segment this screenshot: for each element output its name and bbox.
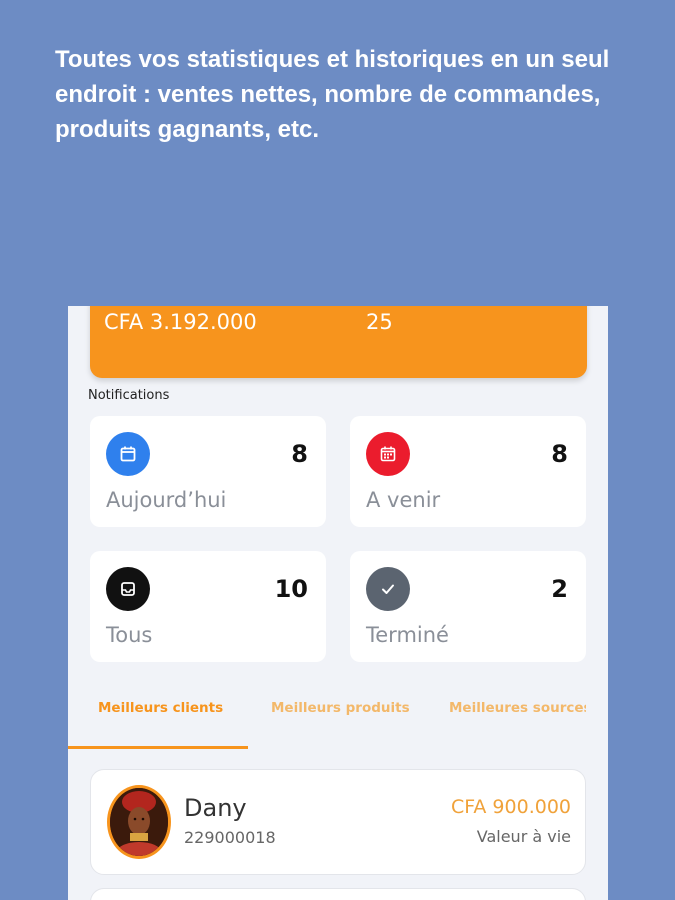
calendar-grid-icon xyxy=(366,432,410,476)
notification-label: Tous xyxy=(106,623,153,647)
notification-card-all[interactable]: 10 Tous xyxy=(90,551,326,662)
notifications-title: Notifications xyxy=(88,388,170,403)
notification-card-today[interactable]: 8 Aujourd’hui xyxy=(90,416,326,527)
notification-label: Aujourd’hui xyxy=(106,488,227,512)
ranking-tabs: Meilleurs clients Meilleurs produits Mei… xyxy=(68,700,608,750)
orders-count-value: 25 xyxy=(366,310,393,334)
notification-count: 8 xyxy=(551,440,568,468)
client-card[interactable]: Dany 229000018 CFA 900.000 Valeur à vie xyxy=(90,769,586,875)
notification-card-done[interactable]: 2 Terminé xyxy=(350,551,586,662)
tab-best-clients[interactable]: Meilleurs clients xyxy=(98,700,238,716)
notification-label: Terminé xyxy=(366,623,449,647)
calendar-icon xyxy=(106,432,150,476)
client-name: Dany xyxy=(184,794,247,822)
notification-count: 2 xyxy=(551,575,568,603)
notification-card-upcoming[interactable]: 8 A venir xyxy=(350,416,586,527)
client-value-label: Valeur à vie xyxy=(476,827,571,846)
check-icon xyxy=(366,567,410,611)
notification-label: A venir xyxy=(366,488,441,512)
tab-best-products[interactable]: Meilleurs produits xyxy=(271,700,421,716)
notification-count: 10 xyxy=(274,575,308,603)
net-sales-value: CFA 3.192.000 xyxy=(104,310,257,334)
client-avatar xyxy=(107,785,171,859)
inbox-icon xyxy=(106,567,150,611)
client-card-next[interactable] xyxy=(90,888,586,900)
app-screen: CFA 3.192.000 25 Notifications 8 Aujourd… xyxy=(68,306,608,900)
active-tab-indicator xyxy=(68,746,248,749)
client-lifetime-value: CFA 900.000 xyxy=(450,796,571,818)
tab-best-sources[interactable]: Meilleures sources xyxy=(449,700,586,716)
sales-summary-card[interactable]: CFA 3.192.000 25 xyxy=(90,306,587,378)
client-phone: 229000018 xyxy=(184,828,276,847)
headline: Toutes vos statistiques et historiques e… xyxy=(55,46,610,143)
notification-count: 8 xyxy=(291,440,308,468)
